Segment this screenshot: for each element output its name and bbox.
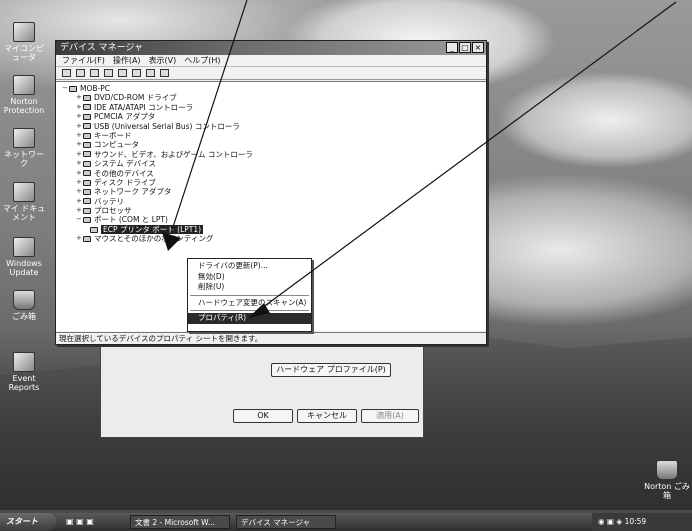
start-button[interactable]: スタート xyxy=(0,513,56,531)
tray-icons[interactable]: ◉ ▣ ◈ xyxy=(598,517,625,526)
taskbar-item-device-manager[interactable]: デバイス マネージャ xyxy=(236,515,336,529)
quick-launch-icons[interactable]: ▣ ▣ ▣ xyxy=(66,513,94,531)
clock[interactable]: 10:59 xyxy=(625,517,647,526)
arrow-line-to-ports xyxy=(171,0,248,231)
taskbar: スタート ▣ ▣ ▣ 文書 2 - Microsoft W... デバイス マネ… xyxy=(0,513,692,531)
annotation-arrows xyxy=(162,0,677,318)
arrowhead-ports xyxy=(162,232,181,251)
system-tray: ◉ ▣ ◈ 10:59 xyxy=(592,513,692,531)
taskbar-item-word[interactable]: 文書 2 - Microsoft W... xyxy=(130,515,230,529)
arrow-line-to-properties xyxy=(261,1,677,309)
